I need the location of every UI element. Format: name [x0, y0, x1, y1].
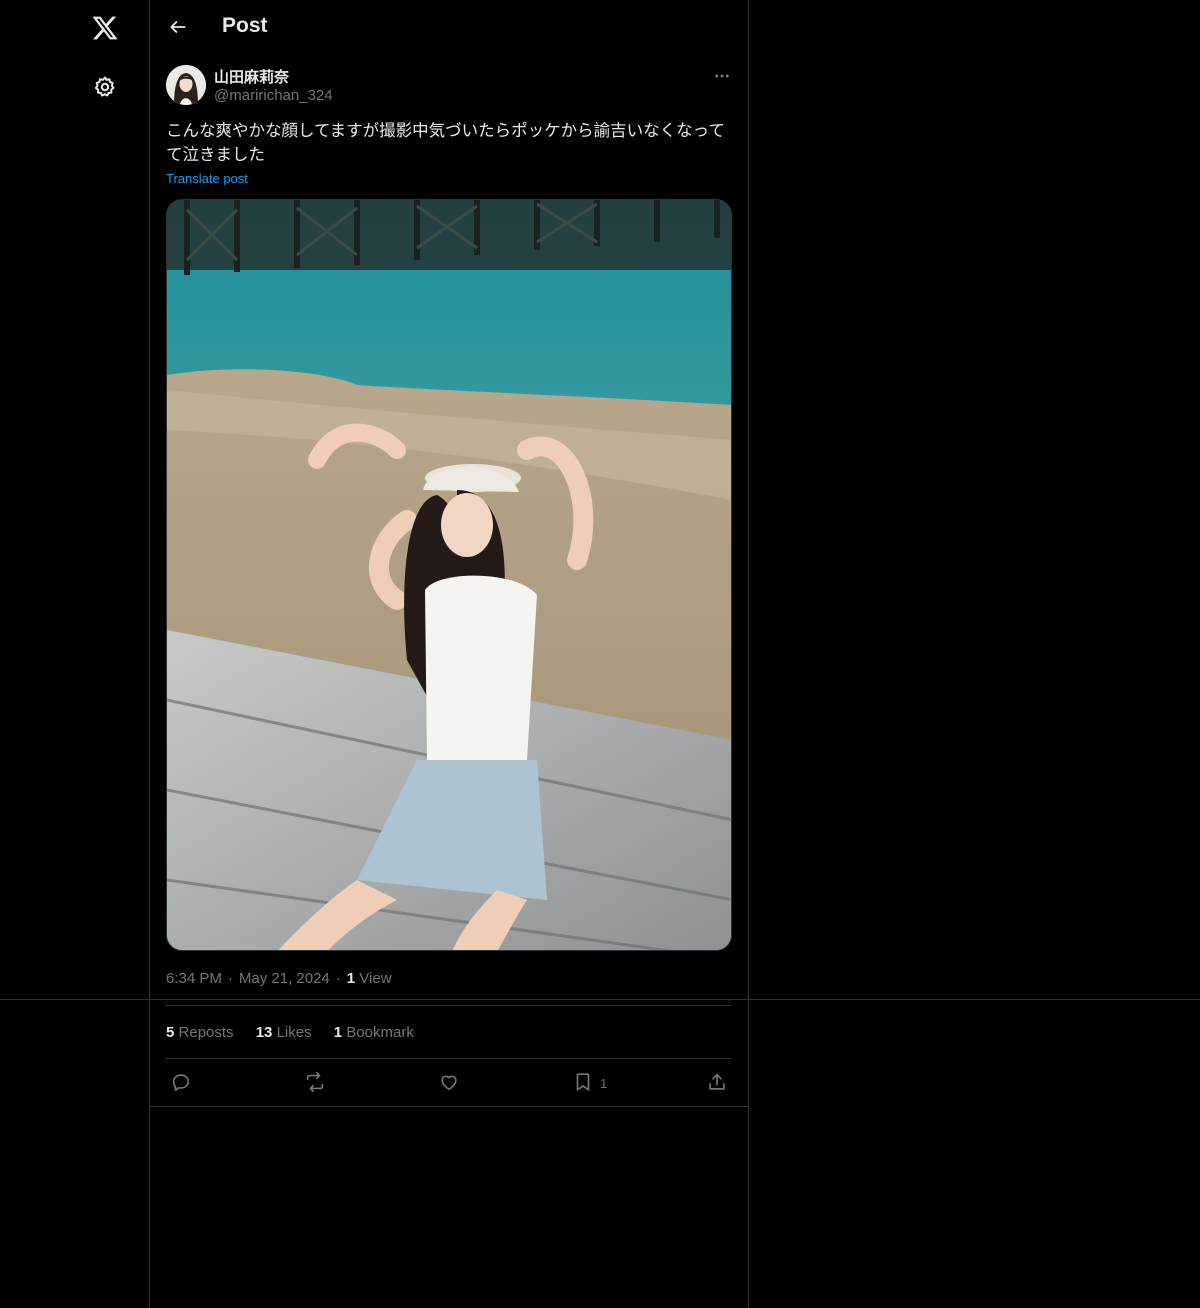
divider: [166, 1058, 732, 1059]
likes-count: 13: [255, 1024, 273, 1041]
bookmark-icon: [572, 1071, 594, 1096]
reply-button[interactable]: [170, 1070, 192, 1096]
divider: [150, 1106, 749, 1107]
separator: ·: [227, 970, 233, 987]
post-photo[interactable]: [166, 199, 732, 951]
x-logo-icon[interactable]: [85, 8, 125, 48]
bookmark-button[interactable]: 1: [572, 1070, 607, 1096]
avatar[interactable]: [166, 65, 206, 105]
heart-icon: [438, 1071, 460, 1096]
bookmarks-count: 1: [333, 1024, 343, 1041]
post-time[interactable]: 6:34 PM: [166, 970, 222, 987]
bookmarks-label: Bookmark: [346, 1024, 414, 1041]
page-header: Post: [150, 0, 748, 54]
bookmarks-stat[interactable]: 1 Bookmark: [334, 1024, 414, 1041]
bookmark-action-count: 1: [600, 1075, 608, 1091]
likes-stat[interactable]: 13 Likes: [256, 1024, 312, 1041]
translate-post-link[interactable]: Translate post: [166, 171, 248, 186]
repost-icon: [304, 1071, 326, 1096]
likes-label: Likes: [276, 1024, 312, 1041]
more-dots-icon[interactable]: [710, 64, 734, 88]
action-bar: 1: [166, 1066, 734, 1100]
author-name[interactable]: 山田麻莉奈: [214, 66, 289, 87]
engagement-stats: 5 Reposts 13 Likes 1 Bookmark: [166, 1024, 432, 1041]
views-count: 1: [346, 970, 356, 987]
left-nav: [0, 0, 150, 1308]
share-icon: [706, 1071, 728, 1096]
divider: [166, 1005, 732, 1006]
author-handle[interactable]: @maririchan_324: [214, 87, 333, 104]
post-text: こんな爽やかな顔してますが撮影中気づいたらポッケから諭吉いなくなってて泣きました: [166, 121, 725, 164]
post-date[interactable]: May 21, 2024: [239, 970, 330, 987]
reply-icon: [170, 1071, 192, 1096]
gear-icon[interactable]: [85, 67, 125, 107]
share-button[interactable]: [706, 1070, 728, 1096]
repost-button[interactable]: [304, 1070, 326, 1096]
post-metadata: 6:34 PM · May 21, 2024 · 1 View: [166, 970, 392, 987]
page-title: Post: [222, 14, 268, 37]
reposts-stat[interactable]: 5 Reposts: [166, 1024, 234, 1041]
reposts-count: 5: [166, 1024, 175, 1041]
like-button[interactable]: [438, 1070, 460, 1096]
post-column: Post 山田麻莉奈 @maririchan_324 こんな爽やかな顔してますが…: [150, 0, 749, 1308]
back-arrow-icon[interactable]: [162, 11, 194, 43]
divider: [0, 999, 1200, 1000]
separator: ·: [335, 970, 341, 987]
views-label: View: [359, 970, 392, 987]
reposts-label: Reposts: [178, 1024, 234, 1041]
